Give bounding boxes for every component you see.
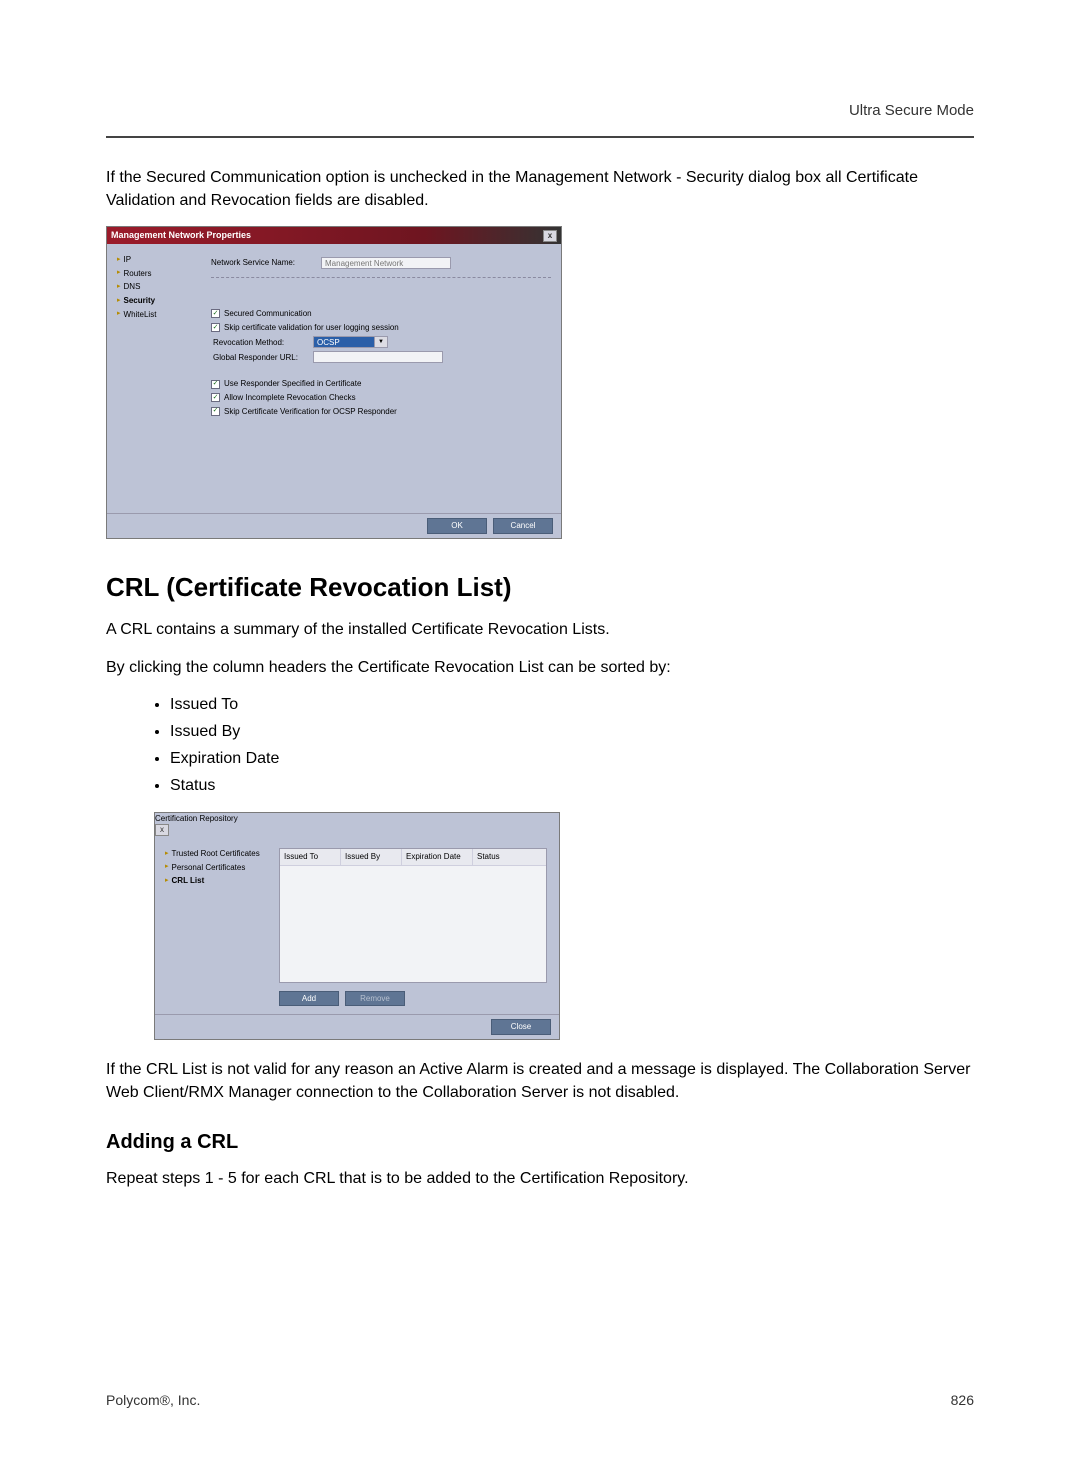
list-item: Issued To — [170, 693, 974, 716]
divider — [211, 277, 551, 278]
footer-right: 826 — [951, 1390, 974, 1410]
revocation-method-label: Revocation Method: — [211, 337, 313, 349]
dialog-title: Certification Repository — [155, 814, 238, 823]
ok-button[interactable]: OK — [427, 518, 487, 534]
management-network-dialog: Management Network Properties x ▸IP ▸Rou… — [106, 226, 562, 539]
service-name-input[interactable]: Management Network — [321, 257, 451, 269]
nav-item-ip[interactable]: ▸IP — [117, 254, 207, 266]
table-header: Issued To Issued By Expiration Date Stat… — [280, 849, 546, 866]
nav-item-dns[interactable]: ▸DNS — [117, 281, 207, 293]
chevron-right-icon: ▸ — [117, 282, 121, 292]
chevron-right-icon: ▸ — [117, 309, 121, 319]
checkbox-label: Skip certificate validation for user log… — [224, 322, 399, 334]
chevron-right-icon: ▸ — [165, 876, 169, 886]
page-footer: Polycom®, Inc. 826 — [106, 1390, 974, 1410]
chevron-right-icon: ▸ — [117, 268, 121, 278]
global-responder-label: Global Responder URL: — [211, 352, 313, 364]
list-item: Expiration Date — [170, 747, 974, 770]
list-item: Issued By — [170, 720, 974, 743]
checkbox-label: Secured Communication — [224, 308, 312, 320]
service-name-label: Network Service Name: — [211, 257, 321, 269]
nav-label: IP — [124, 254, 132, 266]
nav-label: Trusted Root Certificates — [172, 848, 260, 860]
crl-panel: Issued To Issued By Expiration Date Stat… — [279, 836, 559, 1014]
global-responder-input[interactable] — [313, 351, 443, 363]
intro-paragraph: If the Secured Communication option is u… — [106, 166, 974, 212]
revocation-method-select[interactable]: OCSP ▼ — [313, 336, 388, 348]
dialog-title: Management Network Properties — [111, 229, 251, 242]
dialog-nav: ▸Trusted Root Certificates ▸Personal Cer… — [155, 836, 279, 1014]
nav-item-security[interactable]: ▸Security — [117, 295, 207, 307]
nav-item-routers[interactable]: ▸Routers — [117, 268, 207, 280]
checkbox-allow-incomplete[interactable]: ✓ — [211, 393, 220, 402]
dialog-panel: Network Service Name: Management Network… — [211, 244, 561, 513]
dialog-footer: Close — [155, 1014, 559, 1039]
chevron-right-icon: ▸ — [117, 255, 121, 265]
crl-p1: A CRL contains a summary of the installe… — [106, 618, 974, 641]
checkbox-secured[interactable]: ✓ — [211, 309, 220, 318]
chevron-right-icon: ▸ — [165, 849, 169, 859]
checkbox-skip-verification[interactable]: ✓ — [211, 407, 220, 416]
crl-p2: By clicking the column headers the Certi… — [106, 656, 974, 679]
col-expiration[interactable]: Expiration Date — [402, 849, 473, 866]
checkbox-use-responder[interactable]: ✓ — [211, 380, 220, 389]
checkbox-skip-validation[interactable]: ✓ — [211, 323, 220, 332]
dialog-titlebar: Certification Repository x — [155, 813, 559, 837]
crl-heading: CRL (Certificate Revocation List) — [106, 569, 974, 607]
nav-label: Routers — [124, 268, 152, 280]
list-item: Status — [170, 774, 974, 797]
nav-label: CRL List — [172, 875, 205, 887]
crl-table: Issued To Issued By Expiration Date Stat… — [279, 848, 547, 983]
col-issued-by[interactable]: Issued By — [341, 849, 402, 866]
select-value: OCSP — [314, 337, 374, 347]
dialog-footer: OK Cancel — [107, 513, 561, 538]
table-body — [280, 866, 546, 982]
nav-item-personal[interactable]: ▸Personal Certificates — [165, 862, 275, 874]
col-issued-to[interactable]: Issued To — [280, 849, 341, 866]
cancel-button[interactable]: Cancel — [493, 518, 553, 534]
nav-label: Security — [124, 295, 156, 307]
dialog-nav: ▸IP ▸Routers ▸DNS ▸Security ▸WhiteList — [107, 244, 211, 513]
crl-bullets: Issued To Issued By Expiration Date Stat… — [106, 693, 974, 798]
nav-label: Personal Certificates — [172, 862, 246, 874]
nav-label: DNS — [124, 281, 141, 293]
adding-crl-p1: Repeat steps 1 - 5 for each CRL that is … — [106, 1167, 974, 1190]
col-status[interactable]: Status — [473, 849, 546, 866]
adding-crl-heading: Adding a CRL — [106, 1128, 974, 1157]
close-icon[interactable]: x — [543, 230, 557, 242]
page-section-label: Ultra Secure Mode — [849, 100, 974, 122]
cert-repository-dialog: Certification Repository x ▸Trusted Root… — [154, 812, 560, 1040]
checkbox-label: Allow Incomplete Revocation Checks — [224, 392, 356, 404]
dialog-titlebar: Management Network Properties x — [107, 227, 561, 244]
nav-label: WhiteList — [124, 309, 157, 321]
close-icon[interactable]: x — [155, 824, 169, 836]
header-rule — [106, 136, 974, 138]
after-dialog2-p: If the CRL List is not valid for any rea… — [106, 1058, 974, 1104]
chevron-right-icon: ▸ — [165, 862, 169, 872]
nav-item-crl-list[interactable]: ▸CRL List — [165, 875, 275, 887]
checkbox-label: Use Responder Specified in Certificate — [224, 378, 361, 390]
nav-item-trusted-root[interactable]: ▸Trusted Root Certificates — [165, 848, 275, 860]
chevron-down-icon: ▼ — [374, 337, 387, 347]
footer-left: Polycom®, Inc. — [106, 1390, 200, 1410]
add-button[interactable]: Add — [279, 991, 339, 1007]
checkbox-label: Skip Certificate Verification for OCSP R… — [224, 406, 397, 418]
close-button[interactable]: Close — [491, 1019, 551, 1035]
chevron-right-icon: ▸ — [117, 296, 121, 306]
remove-button[interactable]: Remove — [345, 991, 405, 1007]
nav-item-whitelist[interactable]: ▸WhiteList — [117, 309, 207, 321]
